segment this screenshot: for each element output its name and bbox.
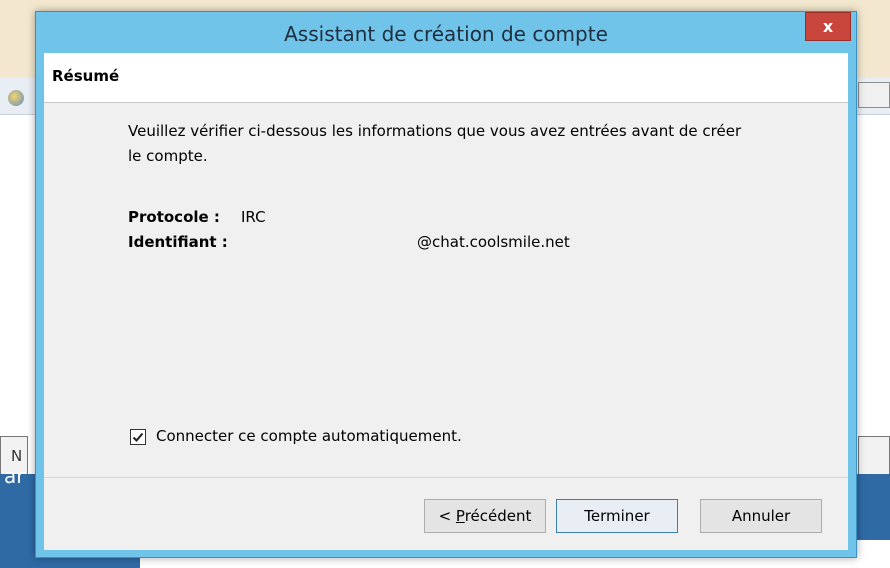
summary-description: Veuillez vérifier ci-dessous les informa…: [128, 122, 742, 165]
cancel-button-label: Annuler: [731, 507, 791, 525]
background-text: ar: [4, 464, 25, 488]
titlebar: Assistant de création de compte x: [36, 12, 856, 53]
background-button-right: [858, 436, 890, 476]
auto-connect-label[interactable]: Connecter ce compte automatiquement.: [156, 427, 462, 445]
close-icon: x: [822, 17, 834, 36]
checkmark-icon: [132, 432, 144, 442]
page-title: Résumé: [52, 67, 120, 85]
wizard-footer: < Précédent Terminer Annuler: [44, 477, 848, 550]
background-button-label: N: [11, 447, 23, 465]
cancel-button[interactable]: Annuler: [700, 499, 822, 533]
dialog-title: Assistant de création de compte: [284, 22, 608, 46]
auto-connect-checkbox[interactable]: [130, 429, 146, 445]
identifier-value: @chat.coolsmile.net: [417, 233, 570, 251]
background-control: [858, 82, 890, 108]
identifier-label: Identifiant :: [128, 233, 228, 251]
previous-button-prefix: <: [438, 507, 456, 525]
previous-button-mnemonic: P: [455, 507, 465, 525]
previous-button[interactable]: < Précédent: [424, 499, 546, 533]
account-wizard-dialog: Assistant de création de compte x Résumé…: [35, 11, 857, 558]
app-icon: [8, 90, 24, 106]
close-button[interactable]: x: [805, 12, 851, 41]
finish-button[interactable]: Terminer: [556, 499, 678, 533]
protocol-label: Protocole :: [128, 208, 220, 226]
wizard-header: Résumé: [44, 53, 848, 103]
wizard-content: Veuillez vérifier ci-dessous les informa…: [44, 103, 848, 477]
protocol-value: IRC: [241, 208, 266, 226]
previous-button-label: récédent: [464, 507, 532, 525]
finish-button-label: Terminer: [584, 507, 650, 525]
